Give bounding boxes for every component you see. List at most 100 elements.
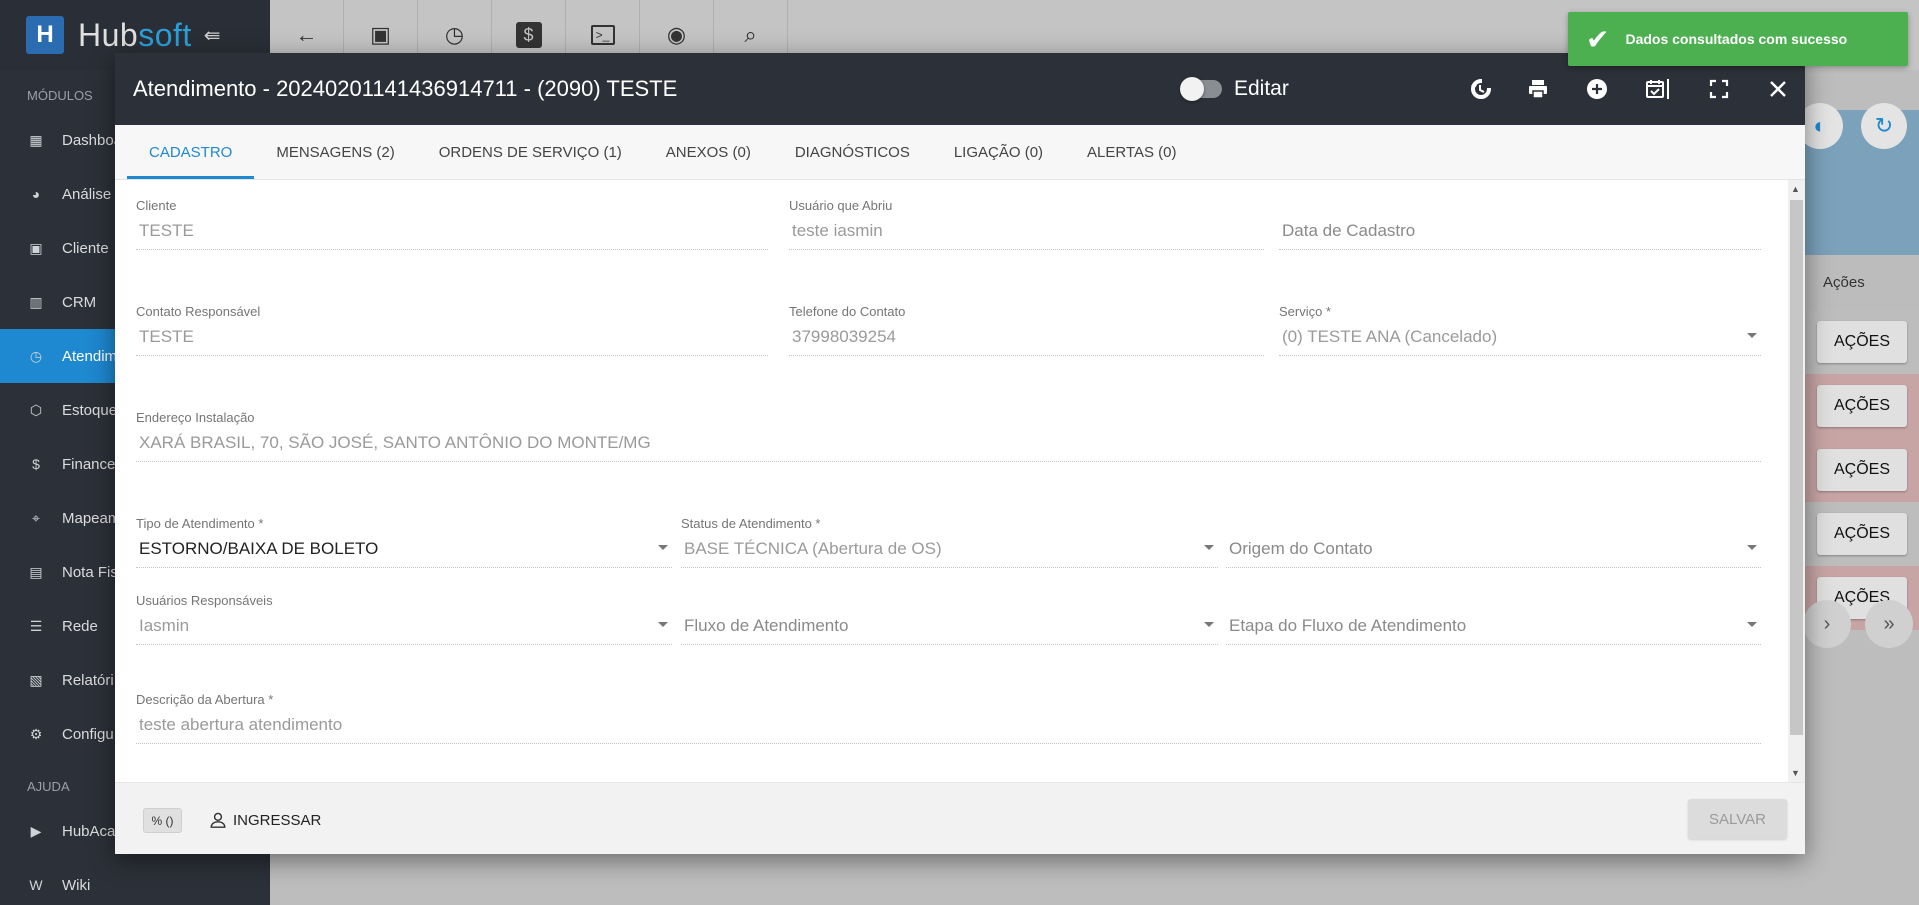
usuario-abriu-label: Usuário que Abriu — [789, 198, 893, 213]
history-icon[interactable] — [1460, 53, 1500, 125]
usuarios-responsaveis-value: Iasmin — [139, 616, 190, 635]
modal-title: Atendimento - 20240201141436914711 - (20… — [133, 76, 678, 101]
percent-badge[interactable]: % () — [143, 808, 182, 833]
dashboard-icon: ▦ — [29, 131, 43, 148]
wiki-icon: W — [29, 877, 43, 893]
data-cadastro-field[interactable]: Data de Cadastro — [1279, 198, 1761, 250]
chevron-down-icon — [1204, 622, 1214, 627]
acoes-button[interactable]: AÇÕES — [1817, 513, 1907, 555]
usuario-abriu-field[interactable]: Usuário que Abriu teste iasmin — [789, 198, 1264, 250]
origem-contato-select[interactable]: Origem do Contato — [1226, 516, 1761, 568]
tab-ordens-servico[interactable]: ORDENS DE SERVIÇO (1) — [417, 125, 644, 179]
servico-select[interactable]: Serviço * (0) TESTE ANA (Cancelado) — [1279, 304, 1761, 356]
descricao-abertura-field[interactable]: Descrição da Abertura * teste abertura a… — [136, 692, 1761, 744]
receipt-icon: ▤ — [29, 563, 43, 580]
cliente-value: TESTE — [136, 221, 768, 250]
descricao-abertura-label: Descrição da Abertura * — [136, 692, 274, 707]
servico-value: (0) TESTE ANA (Cancelado) — [1282, 327, 1498, 346]
cliente-field[interactable]: Cliente TESTE — [136, 198, 768, 250]
edit-label: Editar — [1234, 77, 1289, 100]
origem-contato-placeholder: Origem do Contato — [1229, 539, 1373, 558]
telefone-field[interactable]: Telefone do Contato 37998039254 — [789, 304, 1264, 356]
analytics-icon: ◕ — [31, 186, 41, 202]
collapse-left-icon[interactable]: ⇚ — [204, 23, 221, 48]
usuarios-responsaveis-label: Usuários Responsáveis — [136, 593, 273, 608]
modal-footer: % () INGRESSAR SALVAR — [115, 782, 1805, 854]
modal-tabs: CADASTRO MENSAGENS (2) ORDENS DE SERVIÇO… — [115, 125, 1805, 180]
tipo-atendimento-select[interactable]: Tipo de Atendimento * ESTORNO/BAIXA DE B… — [136, 516, 672, 568]
cadastro-form: Cliente TESTE Usuário que Abriu teste ia… — [115, 180, 1805, 782]
tab-diagnosticos[interactable]: DIAGNÓSTICOS — [773, 125, 932, 179]
usuarios-responsaveis-select[interactable]: Usuários Responsáveis Iasmin — [136, 593, 672, 645]
tab-ligacao[interactable]: LIGAÇÃO (0) — [932, 125, 1065, 179]
scroll-up-icon[interactable]: ▲ — [1791, 184, 1800, 194]
chevron-down-icon — [658, 622, 668, 627]
etapa-fluxo-select[interactable]: Etapa do Fluxo de Atendimento — [1226, 593, 1761, 645]
chevron-down-icon — [658, 545, 668, 550]
acoes-column-header: Ações — [1805, 255, 1919, 310]
data-cadastro-placeholder: Data de Cadastro — [1279, 221, 1761, 250]
servico-label: Serviço * — [1279, 304, 1332, 319]
cliente-label: Cliente — [136, 198, 177, 213]
toast-message: Dados consultados com sucesso — [1625, 31, 1848, 47]
sidebar-item-wiki[interactable]: W Wiki — [0, 858, 270, 905]
status-atendimento-select[interactable]: Status de Atendimento * BASE TÉCNICA (Ab… — [681, 516, 1218, 568]
check-icon: ✔ — [1586, 23, 1610, 55]
next-page-icon[interactable]: › — [1803, 600, 1851, 648]
edit-switch[interactable] — [1180, 77, 1222, 101]
background-list: ◐ ↻ Ações AÇÕES AÇÕES AÇÕES AÇÕES AÇÕES … — [1797, 70, 1919, 905]
telefone-value: 37998039254 — [789, 327, 1264, 356]
tab-alertas[interactable]: ALERTAS (0) — [1065, 125, 1198, 179]
last-page-icon[interactable]: » — [1865, 600, 1913, 648]
header-divider — [1667, 79, 1669, 99]
endereco-field[interactable]: Endereço Instalação XARÁ BRASIL, 70, SÃO… — [136, 410, 1761, 462]
endereco-value: XARÁ BRASIL, 70, SÃO JOSÉ, SANTO ANTÔNIO… — [136, 433, 1761, 462]
telefone-label: Telefone do Contato — [789, 304, 906, 319]
ingressar-label: INGRESSAR — [233, 811, 322, 829]
acoes-button[interactable]: AÇÕES — [1817, 385, 1907, 427]
fluxo-atendimento-placeholder: Fluxo de Atendimento — [684, 616, 849, 635]
form-scrollbar[interactable]: ▲ ▼ — [1788, 180, 1805, 782]
report-icon: ▧ — [29, 671, 43, 688]
scroll-down-icon[interactable]: ▼ — [1791, 768, 1800, 778]
contato-label: Contato Responsável — [136, 304, 261, 319]
play-video-icon: ▶ — [30, 822, 42, 839]
salvar-button[interactable]: SALVAR — [1688, 799, 1787, 839]
acoes-button[interactable]: AÇÕES — [1817, 449, 1907, 491]
scrollbar-thumb[interactable] — [1790, 200, 1803, 735]
user-icon — [210, 812, 226, 828]
hubsoft-logo-icon: H — [26, 16, 64, 54]
edit-switch-knob — [1180, 77, 1204, 101]
crm-board-icon: ▥ — [29, 293, 43, 310]
ingressar-button[interactable]: INGRESSAR — [209, 807, 321, 833]
tab-anexos[interactable]: ANEXOS (0) — [644, 125, 773, 179]
status-atendimento-value: BASE TÉCNICA (Abertura de OS) — [684, 539, 942, 558]
tipo-atendimento-label: Tipo de Atendimento * — [136, 516, 264, 531]
network-icon: ☰ — [29, 617, 43, 634]
app-logo-text: Hubsoft — [78, 16, 192, 53]
contato-value: TESTE — [136, 327, 768, 356]
status-atendimento-label: Status de Atendimento * — [681, 516, 821, 531]
gear-icon: ⚙ — [29, 725, 43, 742]
success-toast: ✔ Dados consultados com sucesso — [1568, 12, 1908, 66]
chevron-down-icon — [1747, 622, 1757, 627]
box-icon: ⬡ — [29, 401, 43, 418]
map-pin-icon: ⌖ — [32, 509, 40, 526]
money-icon: $ — [32, 456, 40, 472]
tipo-atendimento-value: ESTORNO/BAIXA DE BOLETO — [139, 539, 379, 558]
descricao-abertura-value: teste abertura atendimento — [136, 715, 1761, 744]
tab-cadastro[interactable]: CADASTRO — [127, 125, 255, 179]
tab-mensagens[interactable]: MENSAGENS (2) — [254, 125, 416, 179]
edit-toggle[interactable]: Editar — [1180, 53, 1289, 125]
acoes-button[interactable]: AÇÕES — [1817, 321, 1907, 363]
fluxo-atendimento-select[interactable]: Fluxo de Atendimento — [681, 593, 1218, 645]
modal-header: Atendimento - 20240201141436914711 - (20… — [115, 53, 1805, 125]
contato-field[interactable]: Contato Responsável TESTE — [136, 304, 768, 356]
usuario-abriu-value: teste iasmin — [789, 221, 1264, 250]
chevron-down-icon — [1747, 545, 1757, 550]
refresh-icon[interactable]: ↻ — [1861, 103, 1907, 149]
atendimento-modal: Atendimento - 20240201141436914711 - (20… — [115, 53, 1805, 854]
print-icon[interactable] — [1518, 53, 1558, 125]
chevron-down-icon — [1204, 545, 1214, 550]
calendar-clock-icon: ◷ — [29, 347, 43, 364]
